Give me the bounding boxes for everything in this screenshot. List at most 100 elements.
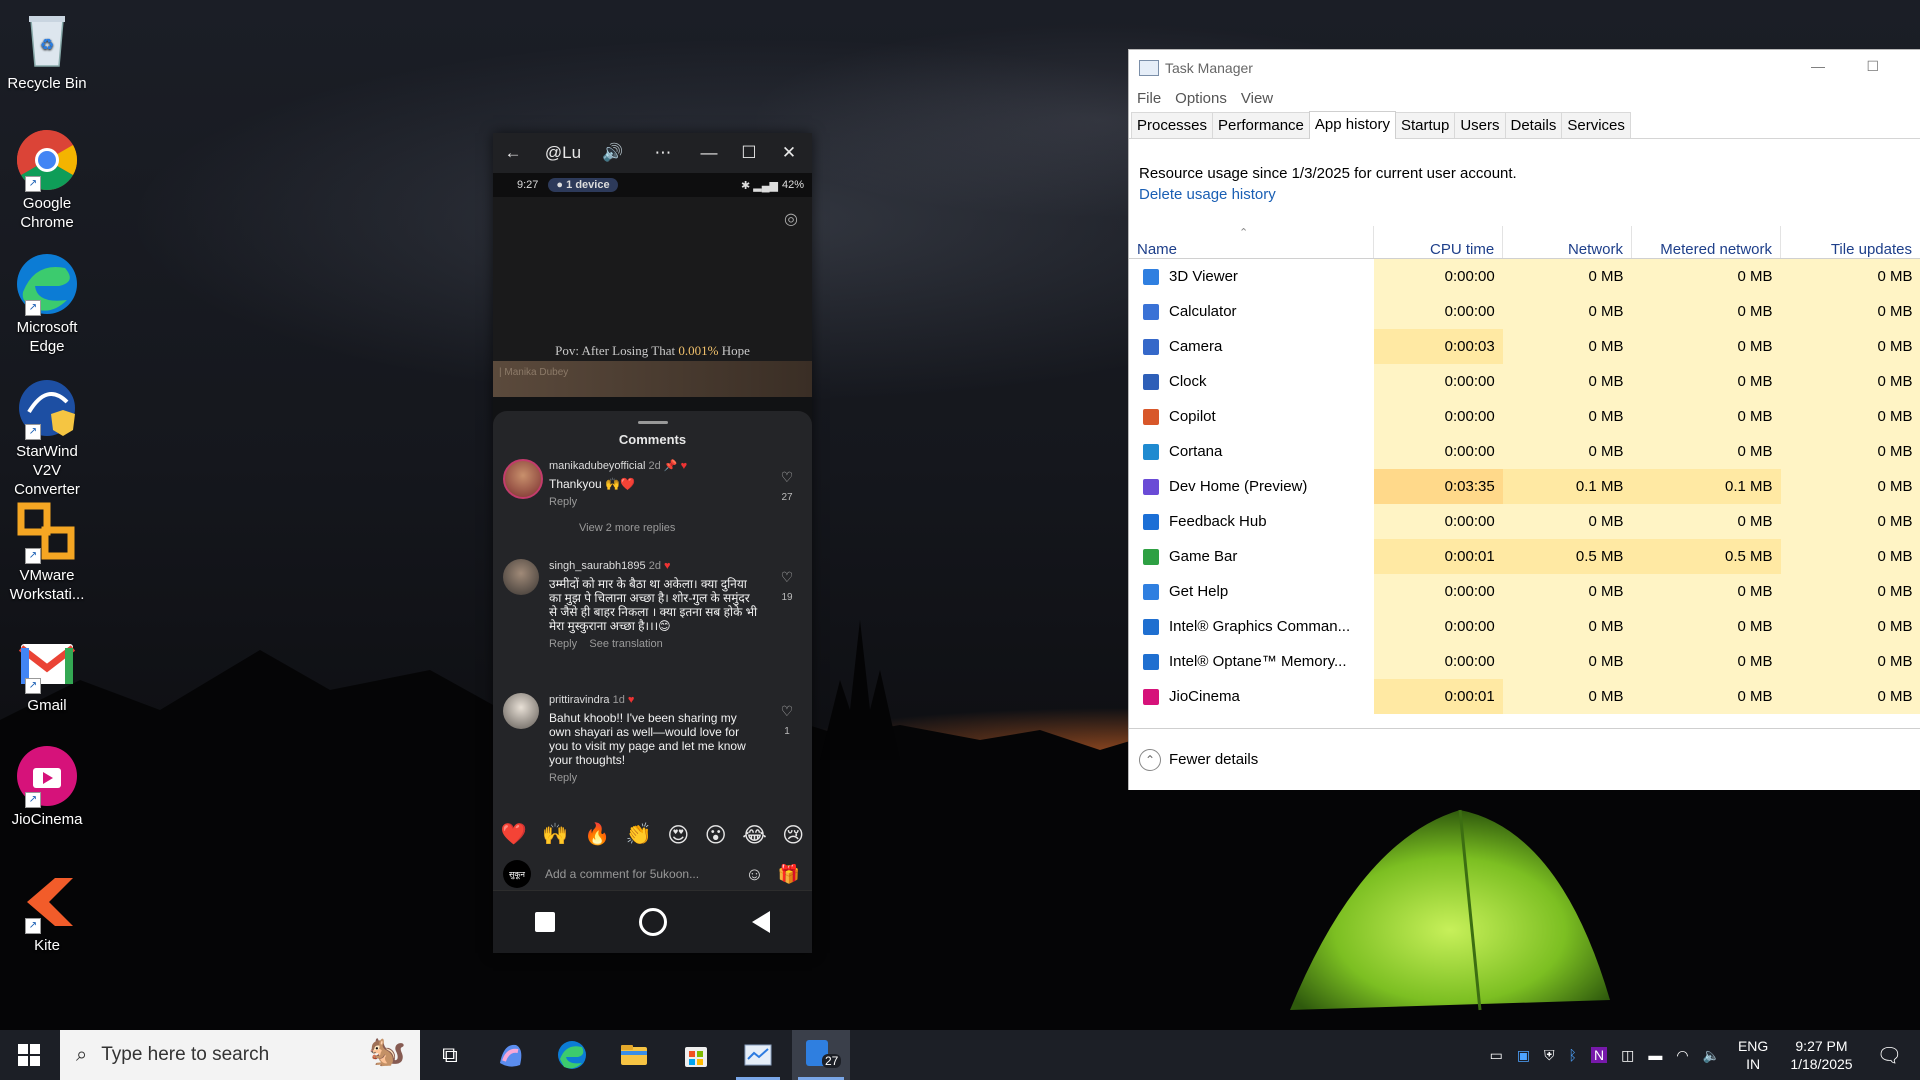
tab-startup[interactable]: Startup bbox=[1394, 112, 1456, 138]
reply-button[interactable]: Reply bbox=[549, 771, 759, 785]
tab-processes[interactable]: Processes bbox=[1131, 112, 1214, 138]
reaction-fire[interactable]: 🔥 bbox=[584, 823, 610, 848]
see-translation-button[interactable]: See translation bbox=[589, 638, 662, 650]
menu-file[interactable]: File bbox=[1137, 90, 1161, 107]
language-indicator[interactable]: ENG IN bbox=[1738, 1037, 1768, 1073]
desktop-icon-starwind[interactable]: ↗ StarWind V2V Converter bbox=[4, 376, 90, 499]
more-options-icon[interactable]: ⋯ bbox=[643, 143, 683, 163]
desktop-icon-google-chrome[interactable]: ↗ Google Chrome bbox=[4, 128, 90, 232]
notifications-icon[interactable]: 🗨 bbox=[1877, 1043, 1902, 1068]
delete-usage-history-link[interactable]: Delete usage history bbox=[1129, 186, 1920, 203]
wifi-icon[interactable]: ◠ bbox=[1676, 1047, 1688, 1064]
view-replies-button[interactable]: View 2 more replies bbox=[579, 521, 759, 535]
table-row[interactable]: Copilot 0:00:00 0 MB 0 MB 0 MB bbox=[1129, 399, 1920, 434]
column-header-network[interactable]: Network bbox=[1502, 226, 1632, 259]
home-button[interactable] bbox=[639, 908, 668, 936]
comment-like[interactable]: ♡ 27 bbox=[777, 469, 797, 503]
tab-services[interactable]: Services bbox=[1561, 112, 1631, 138]
reply-button[interactable]: Reply bbox=[549, 495, 759, 509]
reaction-surprised[interactable]: 😮 bbox=[705, 823, 727, 848]
comment-username[interactable]: manikadubeyofficial bbox=[549, 460, 645, 472]
microsoft-store-icon[interactable] bbox=[680, 1039, 712, 1071]
onenote-icon[interactable]: N bbox=[1590, 1047, 1608, 1063]
avatar[interactable] bbox=[503, 559, 539, 595]
volume-tray-icon[interactable]: 🔈 bbox=[1703, 1047, 1720, 1064]
menu-options[interactable]: Options bbox=[1175, 90, 1227, 107]
camera-icon[interactable]: ◎ bbox=[784, 209, 798, 229]
column-header-tile-updates[interactable]: Tile updates bbox=[1780, 226, 1920, 259]
clock[interactable]: 9:27 PM 1/18/2025 bbox=[1790, 1037, 1852, 1073]
desktop-icon-kite[interactable]: ↗ Kite bbox=[4, 870, 90, 955]
table-row[interactable]: Calculator 0:00:00 0 MB 0 MB 0 MB bbox=[1129, 294, 1920, 329]
tab-details[interactable]: Details bbox=[1504, 112, 1563, 138]
desktop-icon-gmail[interactable]: ↗ Gmail bbox=[4, 630, 90, 715]
security-shield-icon[interactable]: ⛨ bbox=[1544, 1047, 1555, 1064]
phone-link-taskbar-button[interactable]: 27 bbox=[792, 1030, 850, 1080]
battery-icon[interactable]: ▬ bbox=[1648, 1047, 1662, 1063]
edge-taskbar-icon[interactable] bbox=[556, 1039, 588, 1071]
copilot-icon[interactable] bbox=[494, 1039, 526, 1071]
table-row[interactable]: Intel® Graphics Comman... 0:00:00 0 MB 0 MB… bbox=[1129, 609, 1920, 644]
reply-button[interactable]: Reply bbox=[549, 638, 577, 650]
table-row[interactable]: JioCinema 0:00:01 0 MB 0 MB 0 MB bbox=[1129, 679, 1920, 714]
close-icon[interactable]: ✕ bbox=[769, 143, 809, 163]
table-row[interactable]: Dev Home (Preview) 0:03:35 0.1 MB 0.1 MB 0 M… bbox=[1129, 469, 1920, 504]
tab-performance[interactable]: Performance bbox=[1212, 112, 1310, 138]
desktop-icon-recycle-bin[interactable]: ♻ Recycle Bin bbox=[4, 8, 90, 93]
reaction-clap[interactable]: 👏 bbox=[626, 823, 652, 848]
table-row[interactable]: Intel® Optane™ Memory... 0:00:00 0 MB 0 MB 0… bbox=[1129, 644, 1920, 679]
reaction-heart-eyes[interactable]: 😍 bbox=[667, 823, 689, 848]
table-row[interactable]: Game Bar 0:00:01 0.5 MB 0.5 MB 0 MB bbox=[1129, 539, 1920, 574]
table-row[interactable]: Feedback Hub 0:00:00 0 MB 0 MB 0 MB bbox=[1129, 504, 1920, 539]
bluetooth-icon[interactable]: ᛒ bbox=[1569, 1047, 1577, 1063]
reaction-laugh[interactable]: 😂 bbox=[742, 823, 767, 848]
fewer-details-button[interactable]: Fewer details bbox=[1169, 751, 1258, 768]
back-arrow-icon[interactable]: ← bbox=[493, 143, 533, 163]
comment-input[interactable]: Add a comment for 5ukoon... bbox=[545, 867, 745, 881]
maximize-icon[interactable]: ☐ bbox=[1866, 58, 1879, 75]
comment-like[interactable]: ♡ 19 bbox=[777, 569, 797, 603]
tab-app-history[interactable]: App history bbox=[1308, 111, 1396, 139]
recents-button[interactable] bbox=[535, 912, 556, 932]
reel-video[interactable]: ◎ Pov: After Losing That 0.001% Hope bbox=[493, 197, 812, 361]
like-heart-icon[interactable]: ♡ bbox=[777, 703, 797, 720]
tablet-icon[interactable]: ▭ bbox=[1490, 1047, 1503, 1064]
table-row[interactable]: Clock 0:00:00 0 MB 0 MB 0 MB bbox=[1129, 364, 1920, 399]
reaction-heart[interactable]: ❤️ bbox=[501, 823, 527, 848]
camera-tray-icon[interactable]: ◫ bbox=[1621, 1047, 1634, 1064]
minimize-icon[interactable]: — bbox=[1811, 58, 1825, 74]
table-row[interactable]: Cortana 0:00:00 0 MB 0 MB 0 MB bbox=[1129, 434, 1920, 469]
comment-like[interactable]: ♡ 1 bbox=[777, 703, 797, 737]
minimize-icon[interactable]: — bbox=[689, 143, 729, 163]
avatar[interactable] bbox=[503, 693, 539, 729]
sticker-icon[interactable]: ☺ bbox=[745, 864, 763, 885]
task-manager-taskbar-icon[interactable] bbox=[742, 1039, 774, 1071]
like-heart-icon[interactable]: ♡ bbox=[777, 569, 797, 586]
table-row[interactable]: Get Help 0:00:00 0 MB 0 MB 0 MB bbox=[1129, 574, 1920, 609]
comment-username[interactable]: singh_saurabh1895 bbox=[549, 560, 646, 572]
desktop-icon-microsoft-edge[interactable]: ↗ Microsoft Edge bbox=[4, 252, 90, 356]
reaction-raised-hands[interactable]: 🙌 bbox=[542, 823, 568, 848]
my-avatar[interactable]: सुकून bbox=[503, 860, 531, 888]
volume-icon[interactable]: 🔊 bbox=[593, 143, 633, 163]
file-explorer-icon[interactable] bbox=[618, 1039, 650, 1071]
display-icon[interactable]: ▣ bbox=[1517, 1047, 1530, 1064]
column-header-metered[interactable]: Metered network bbox=[1631, 226, 1782, 259]
comment-username[interactable]: prittiravindra bbox=[549, 694, 610, 706]
table-row[interactable]: 3D Viewer 0:00:00 0 MB 0 MB 0 MB bbox=[1129, 258, 1920, 294]
desktop-icon-vmware[interactable]: ↗ VMware Workstati... bbox=[4, 500, 90, 604]
like-heart-icon[interactable]: ♡ bbox=[777, 469, 797, 486]
avatar[interactable] bbox=[503, 459, 543, 499]
menu-view[interactable]: View bbox=[1241, 90, 1273, 107]
reaction-sad[interactable]: 😢 bbox=[782, 823, 804, 848]
chevron-up-icon[interactable]: ⌃ bbox=[1139, 748, 1161, 771]
tab-users[interactable]: Users bbox=[1454, 112, 1506, 138]
column-header-name[interactable]: ⌃ Name bbox=[1129, 226, 1375, 259]
windows-start-icon[interactable] bbox=[18, 1044, 40, 1066]
column-header-cpu[interactable]: CPU time bbox=[1373, 226, 1504, 259]
gift-icon[interactable]: 🎁 bbox=[778, 864, 800, 885]
back-button[interactable] bbox=[751, 911, 770, 933]
desktop-icon-jiocinema[interactable]: ↗ JioCinema bbox=[4, 744, 90, 829]
maximize-icon[interactable]: ☐ bbox=[729, 143, 769, 163]
task-view-icon[interactable]: ⧉ bbox=[434, 1039, 466, 1071]
